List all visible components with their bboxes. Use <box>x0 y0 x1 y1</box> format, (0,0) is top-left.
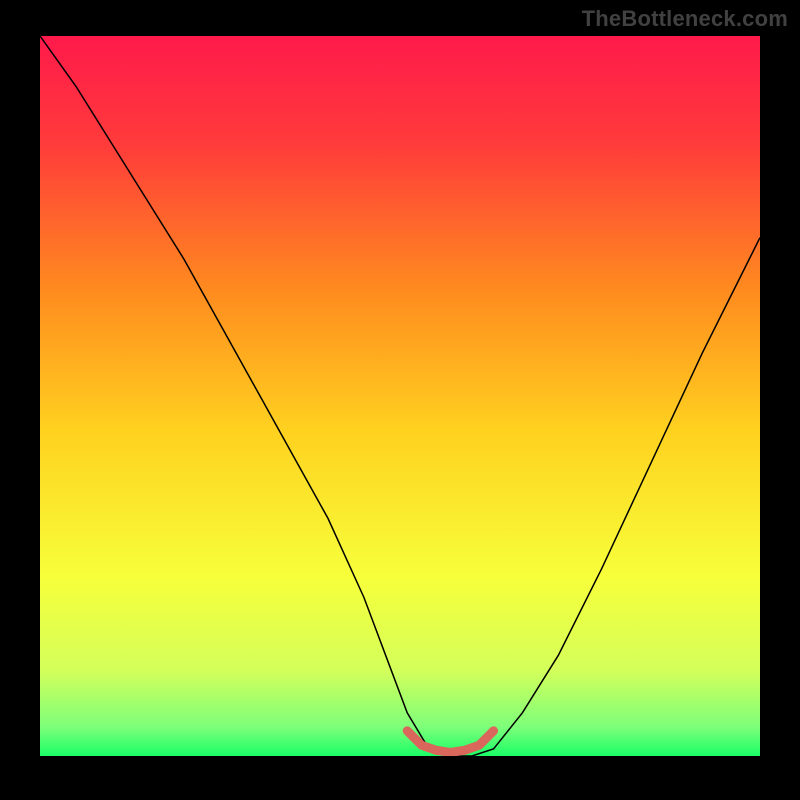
bottleneck-chart <box>40 36 760 756</box>
watermark-label: TheBottleneck.com <box>582 6 788 32</box>
chart-frame: TheBottleneck.com <box>0 0 800 800</box>
plot-background <box>40 36 760 756</box>
